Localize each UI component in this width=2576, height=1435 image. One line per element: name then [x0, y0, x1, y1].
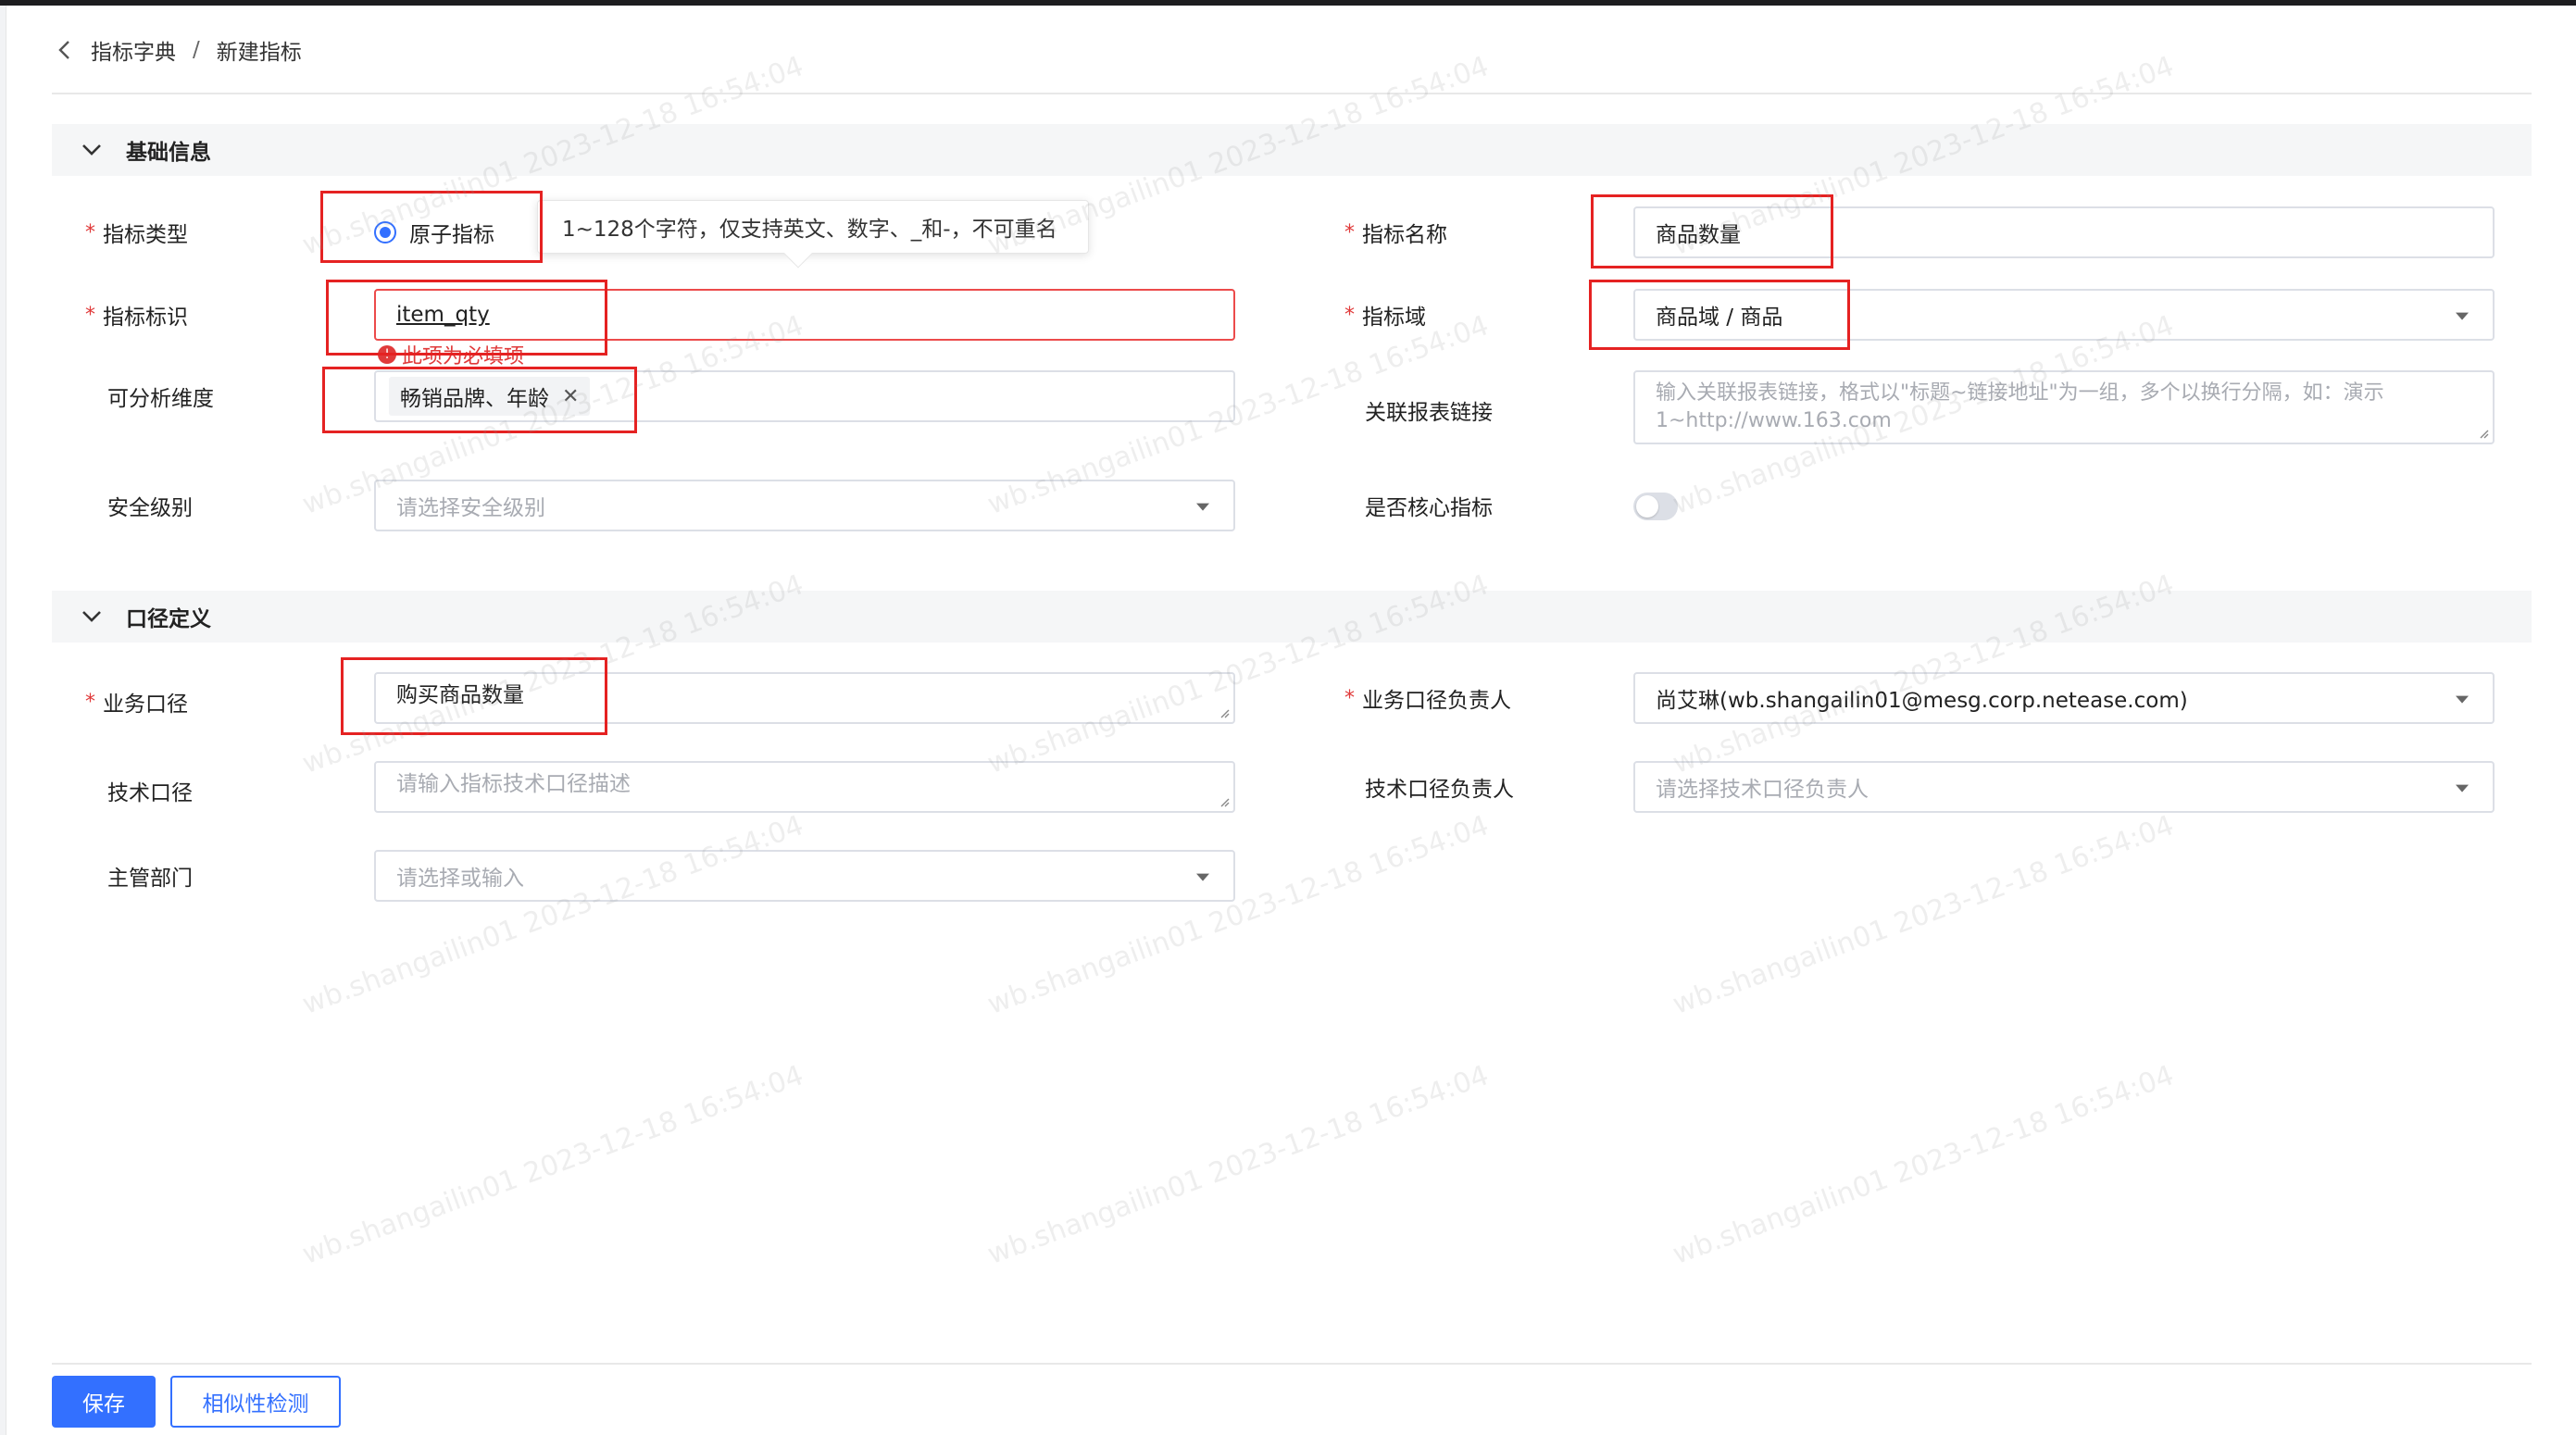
- label-text: 安全级别: [107, 496, 193, 520]
- resize-handle-icon[interactable]: [1219, 707, 1230, 718]
- dimensions-label: 可分析维度: [107, 378, 214, 415]
- save-button[interactable]: 保存: [52, 1376, 156, 1428]
- select-placeholder: 请选择或输入: [396, 867, 524, 891]
- label-text: 指标域: [1362, 306, 1426, 330]
- atomic-indicator-radio[interactable]: 原子指标: [374, 214, 494, 251]
- resize-handle-icon[interactable]: [1219, 796, 1230, 807]
- dropdown-caret-icon[interactable]: [1196, 873, 1209, 881]
- required-mark: *: [1344, 686, 1355, 710]
- chevron-down-icon[interactable]: [80, 144, 104, 156]
- business-owner-select[interactable]: 尚艾琳(wb.shangailin01@mesg.corp.netease.co…: [1633, 672, 2495, 724]
- watermark: wb.shangailin01 2023-12-18 16:54:04: [1669, 1059, 2179, 1271]
- breadcrumb-separator: /: [193, 38, 200, 62]
- label-text: 指标类型: [103, 223, 188, 247]
- section-caliber[interactable]: 口径定义: [52, 591, 2532, 643]
- business-caliber-textarea[interactable]: 购买商品数量: [374, 672, 1235, 724]
- label-text: 关联报表链接: [1365, 401, 1493, 425]
- textarea-value: 购买商品数量: [396, 683, 524, 707]
- left-edge-panel: [0, 6, 6, 1435]
- department-select[interactable]: 请选择或输入: [374, 850, 1235, 902]
- textarea-placeholder: 请输入指标技术口径描述: [396, 772, 631, 796]
- back-chevron-icon[interactable]: [52, 37, 78, 63]
- select-value: 尚艾琳(wb.shangailin01@mesg.corp.netease.co…: [1656, 689, 2188, 713]
- close-icon[interactable]: ✕: [562, 385, 579, 408]
- required-mark: *: [1344, 220, 1355, 244]
- error-text: 此项为必填项: [402, 345, 525, 368]
- core-indicator-toggle[interactable]: [1633, 493, 1678, 520]
- indicator-name-label: * 指标名称: [1344, 214, 1447, 251]
- radio-label: 原子指标: [409, 223, 494, 247]
- indicator-id-label: * 指标标识: [85, 296, 188, 333]
- security-level-select[interactable]: 请选择安全级别: [374, 480, 1235, 531]
- technical-caliber-textarea[interactable]: 请输入指标技术口径描述: [374, 761, 1235, 813]
- breadcrumb-current: 新建指标: [216, 41, 302, 65]
- indicator-domain-label: * 指标域: [1344, 296, 1426, 333]
- select-placeholder: 请选择安全级别: [396, 496, 545, 520]
- breadcrumb: 指标字典 / 新建指标: [52, 31, 302, 69]
- dimension-tag: 畅销品牌、年龄 ✕: [389, 377, 591, 416]
- label-text: 业务口径负责人: [1362, 689, 1511, 713]
- tag-label: 畅销品牌、年龄: [400, 387, 549, 411]
- section-title: 基础信息: [126, 141, 211, 165]
- label-text: 指标名称: [1362, 223, 1447, 247]
- watermark: wb.shangailin01 2023-12-18 16:54:04: [1669, 809, 2179, 1021]
- technical-owner-label: 技术口径负责人: [1365, 768, 1514, 805]
- dimensions-select[interactable]: 畅销品牌、年龄 ✕: [374, 370, 1235, 422]
- breadcrumb-parent[interactable]: 指标字典: [91, 34, 176, 66]
- resize-handle-icon[interactable]: [2478, 428, 2489, 439]
- textarea-placeholder: 输入关联报表链接，格式以"标题~链接地址"为一组，多个以换行分隔，如：演示1~h…: [1656, 381, 2384, 432]
- section-title: 口径定义: [126, 607, 211, 631]
- error-icon: !: [378, 345, 396, 364]
- watermark: wb.shangailin01 2023-12-18 16:54:04: [983, 1059, 1494, 1271]
- required-mark: *: [85, 303, 95, 327]
- dropdown-caret-icon[interactable]: [1196, 503, 1209, 511]
- select-value: 商品域 / 商品: [1656, 306, 1783, 330]
- required-mark: *: [1344, 303, 1355, 327]
- label-text: 指标标识: [103, 306, 188, 330]
- section-basic-info[interactable]: 基础信息: [52, 124, 2532, 176]
- label-text: 可分析维度: [107, 387, 214, 411]
- indicator-domain-select[interactable]: 商品域 / 商品: [1633, 289, 2495, 341]
- indicator-id-input[interactable]: item_qty: [374, 289, 1235, 341]
- required-mark: *: [85, 690, 95, 714]
- business-caliber-label: * 业务口径: [85, 683, 188, 720]
- department-label: 主管部门: [107, 857, 193, 894]
- input-value: item_qty: [396, 303, 490, 327]
- radio-selected-icon[interactable]: [374, 221, 396, 243]
- dropdown-caret-icon[interactable]: [2456, 312, 2469, 320]
- security-level-label: 安全级别: [107, 487, 193, 524]
- watermark: wb.shangailin01 2023-12-18 16:54:04: [983, 809, 1494, 1021]
- watermark: wb.shangailin01 2023-12-18 16:54:04: [298, 1059, 808, 1271]
- label-text: 技术口径: [107, 781, 193, 805]
- window-top-bar: [0, 0, 2576, 6]
- dropdown-caret-icon[interactable]: [2456, 784, 2469, 792]
- required-mark: *: [85, 220, 95, 244]
- core-indicator-label: 是否核心指标: [1365, 487, 1493, 524]
- input-value: 商品数量: [1656, 223, 1741, 247]
- format-tooltip: 1~128个字符，仅支持英文、数字、_和-，不可重名: [537, 200, 1089, 268]
- dropdown-caret-icon[interactable]: [2456, 695, 2469, 704]
- label-text: 主管部门: [107, 867, 193, 891]
- report-link-textarea[interactable]: 输入关联报表链接，格式以"标题~链接地址"为一组，多个以换行分隔，如：演示1~h…: [1633, 370, 2495, 444]
- chevron-down-icon[interactable]: [80, 610, 104, 623]
- label-text: 业务口径: [103, 693, 188, 717]
- select-placeholder: 请选择技术口径负责人: [1656, 778, 1869, 802]
- technical-owner-select[interactable]: 请选择技术口径负责人: [1633, 761, 2495, 813]
- report-link-label: 关联报表链接: [1365, 392, 1493, 429]
- footer-divider: [52, 1363, 2532, 1365]
- business-owner-label: * 业务口径负责人: [1344, 680, 1511, 717]
- indicator-id-error: ! 此项为必填项: [378, 341, 524, 368]
- indicator-name-input[interactable]: 商品数量: [1633, 206, 2495, 258]
- label-text: 技术口径负责人: [1365, 778, 1514, 802]
- similarity-check-button[interactable]: 相似性检测: [170, 1376, 341, 1428]
- technical-caliber-label: 技术口径: [107, 772, 193, 809]
- toggle-knob: [1636, 495, 1658, 518]
- tooltip-text: 1~128个字符，仅支持英文、数字、_和-，不可重名: [562, 218, 1057, 242]
- label-text: 是否核心指标: [1365, 496, 1493, 520]
- watermark: wb.shangailin01 2023-12-18 16:54:04: [298, 809, 808, 1021]
- indicator-type-label: * 指标类型: [85, 214, 188, 251]
- header-divider: [52, 93, 2532, 94]
